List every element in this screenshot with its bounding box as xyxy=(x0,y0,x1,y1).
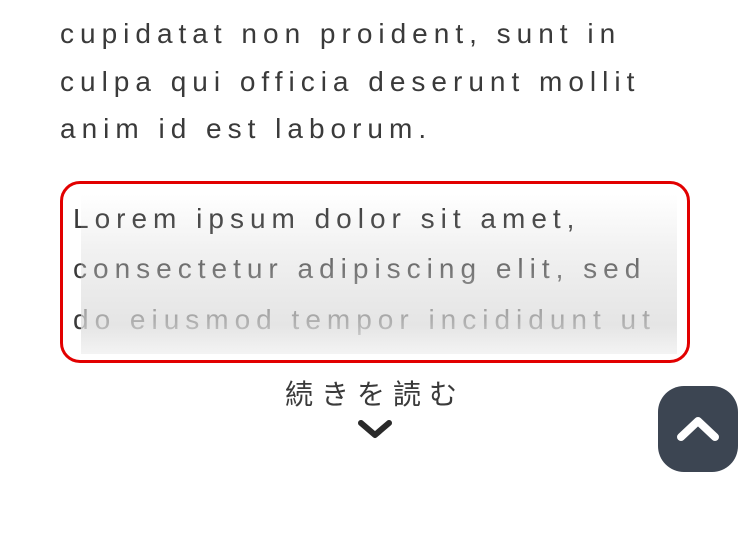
paragraph-top: cupidatat non proident, sunt in culpa qu… xyxy=(60,10,690,153)
read-more-label: 続きを読む xyxy=(285,379,465,410)
teaser-box: Lorem ipsum dolor sit amet, consectetur … xyxy=(60,181,690,363)
teaser-paragraph: Lorem ipsum dolor sit amet, consectetur … xyxy=(73,194,667,345)
scroll-to-top-button[interactable] xyxy=(658,386,738,472)
read-more-button[interactable]: 続きを読む xyxy=(60,373,690,441)
chevron-up-icon xyxy=(676,414,720,444)
chevron-down-icon xyxy=(358,419,392,441)
